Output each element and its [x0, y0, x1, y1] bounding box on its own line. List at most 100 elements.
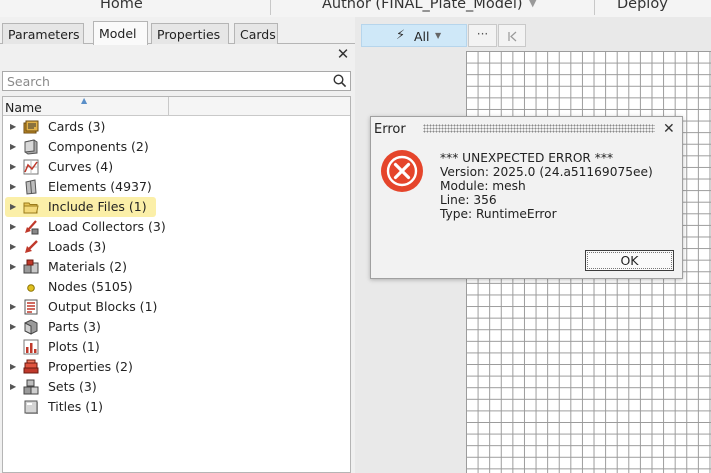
column-divider[interactable] [168, 97, 169, 116]
expand-arrow-icon[interactable]: ▶ [10, 182, 16, 191]
ok-button[interactable]: OK [585, 250, 674, 271]
search-icon[interactable] [333, 74, 347, 88]
sort-ascending-icon: ▲ [81, 96, 88, 105]
error-line: Version: 2025.0 (24.a51169075ee) [440, 165, 653, 179]
tree-item-include-files[interactable]: ▶ Include Files (1) [3, 197, 350, 217]
sets-icon [23, 379, 39, 395]
error-line: Type: RuntimeError [440, 207, 557, 221]
expand-arrow-icon[interactable]: ▶ [10, 142, 16, 151]
model-tree: Name ▲ ▶ Cards (3) ▶ Components (2) ▶ Cu… [2, 96, 351, 473]
tree-item-label: Loads (3) [48, 239, 107, 254]
parts-icon [24, 319, 38, 335]
tree-item-label: Cards (3) [48, 119, 106, 134]
search-field[interactable] [2, 71, 351, 91]
error-line: Line: 356 [440, 193, 497, 207]
dialog-title: Error [374, 122, 406, 137]
load-collectors-icon [25, 220, 39, 235]
tab-model[interactable]: Model [93, 21, 148, 45]
tree-item-properties[interactable]: ▶ Properties (2) [3, 357, 350, 377]
ribbon-bar: Home Author (FINAL_Plate_Model) ▼ Deploy [0, 0, 711, 17]
tree-rows: ▶ Cards (3) ▶ Components (2) ▶ Curves (4… [3, 117, 350, 417]
expand-arrow-icon[interactable]: ▶ [10, 362, 16, 371]
tree-item-label: Sets (3) [48, 379, 97, 394]
tree-item-load-collectors[interactable]: ▶ Load Collectors (3) [3, 217, 350, 237]
tree-item-label: Titles (1) [48, 399, 103, 414]
tree-item-curves[interactable]: ▶ Curves (4) [3, 157, 350, 177]
expand-arrow-icon[interactable]: ▶ [10, 162, 16, 171]
model-browser-panel: Parameters Model Properties Cards ✕ Name… [0, 17, 355, 473]
filter-label: All [414, 29, 430, 44]
curves-icon [23, 159, 39, 175]
filter-all-button[interactable]: ⚡ All ▼ [361, 24, 467, 47]
expand-arrow-icon[interactable]: ▶ [10, 322, 16, 331]
ribbon-deploy-tab[interactable]: Deploy [617, 0, 668, 12]
tree-item-label: Output Blocks (1) [48, 299, 158, 314]
focus-ring [587, 252, 672, 269]
close-icon[interactable]: ✕ [336, 47, 350, 62]
ribbon-author-tab[interactable]: Author (FINAL_Plate_Model) ▼ [322, 0, 537, 12]
folder-icon [23, 202, 39, 214]
tab-label: Model [99, 26, 137, 41]
chevron-down-icon: ▼ [435, 31, 442, 40]
expand-arrow-icon[interactable]: ▶ [10, 302, 16, 311]
tab-label: Cards [240, 27, 276, 42]
tab-label: Parameters [8, 27, 80, 42]
tree-item-sets[interactable]: ▶ Sets (3) [3, 377, 350, 397]
first-page-button[interactable] [498, 24, 526, 47]
tree-item-materials[interactable]: ▶ Materials (2) [3, 257, 350, 277]
search-input[interactable] [3, 72, 323, 90]
tab-properties[interactable]: Properties [151, 23, 229, 44]
more-options-button[interactable]: ··· [468, 24, 497, 47]
chevron-down-icon: ▼ [528, 0, 537, 9]
ribbon-divider [594, 0, 595, 15]
error-dialog: Error ✕ *** UNEXPECTED ERROR *** Version… [370, 116, 683, 279]
cards-icon [23, 120, 39, 134]
nodes-icon [27, 284, 35, 292]
expand-arrow-icon[interactable]: ▶ [10, 222, 16, 231]
tab-cards[interactable]: Cards [234, 23, 278, 44]
tree-item-label: Components (2) [48, 139, 149, 154]
tree-item-nodes[interactable]: Nodes (5105) [3, 277, 350, 297]
elements-icon [25, 179, 37, 195]
panel-tabs: Parameters Model Properties Cards [0, 21, 355, 45]
error-message: *** UNEXPECTED ERROR *** Version: 2025.0… [440, 151, 653, 221]
plots-icon [23, 339, 39, 355]
error-line: Module: mesh [440, 179, 526, 193]
properties-icon [23, 359, 39, 374]
expand-arrow-icon[interactable]: ▶ [10, 242, 16, 251]
components-icon [24, 139, 38, 155]
tree-item-label: Properties (2) [48, 359, 133, 374]
tree-header: Name ▲ [3, 96, 350, 116]
tree-item-plots[interactable]: Plots (1) [3, 337, 350, 357]
expand-arrow-icon[interactable]: ▶ [10, 262, 16, 271]
tab-parameters[interactable]: Parameters [2, 23, 84, 44]
loads-icon [25, 240, 38, 253]
close-icon[interactable]: ✕ [663, 121, 675, 137]
expand-arrow-icon[interactable]: ▶ [10, 382, 16, 391]
tree-item-loads[interactable]: ▶ Loads (3) [3, 237, 350, 257]
tree-item-parts[interactable]: ▶ Parts (3) [3, 317, 350, 337]
tree-item-titles[interactable]: Titles (1) [3, 397, 350, 417]
tree-item-cards[interactable]: ▶ Cards (3) [3, 117, 350, 137]
expand-arrow-icon[interactable]: ▶ [10, 122, 16, 131]
tree-item-label: Plots (1) [48, 339, 100, 354]
ribbon-home-tab[interactable]: Home [100, 0, 143, 12]
skip-first-icon [508, 31, 517, 42]
tree-item-label: Materials (2) [48, 259, 127, 274]
drag-handle[interactable] [423, 124, 655, 133]
tree-item-output-blocks[interactable]: ▶ Output Blocks (1) [3, 297, 350, 317]
tree-item-components[interactable]: ▶ Components (2) [3, 137, 350, 157]
tree-item-label: Include Files (1) [48, 199, 147, 214]
error-line: *** UNEXPECTED ERROR *** [440, 151, 614, 165]
materials-icon [23, 259, 39, 274]
tree-item-elements[interactable]: ▶ Elements (4937) [3, 177, 350, 197]
output-blocks-icon [24, 299, 38, 315]
tree-item-label: Load Collectors (3) [48, 219, 166, 234]
tree-item-label: Parts (3) [48, 319, 101, 334]
expand-arrow-icon[interactable]: ▶ [10, 202, 16, 211]
name-column-header[interactable]: Name [5, 100, 42, 115]
error-icon [381, 150, 423, 192]
ribbon-divider [270, 0, 271, 15]
titles-icon [24, 400, 38, 414]
lightning-icon: ⚡ [396, 28, 406, 43]
